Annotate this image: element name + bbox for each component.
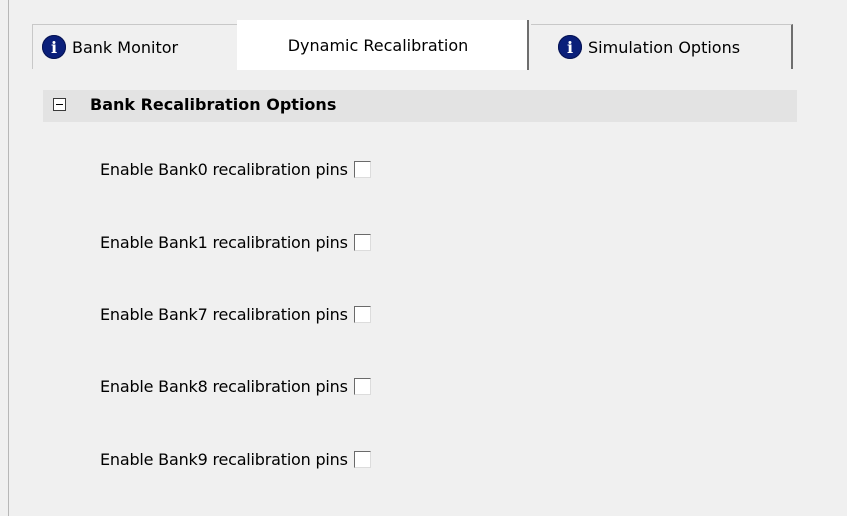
option-label: Enable Bank1 recalibration pins (100, 232, 348, 252)
tab-bank-monitor[interactable]: i Bank Monitor (32, 24, 237, 69)
option-row-bank8: Enable Bank8 recalibration pins (100, 373, 371, 399)
option-row-bank1: Enable Bank1 recalibration pins (100, 229, 371, 255)
option-label: Enable Bank0 recalibration pins (100, 159, 348, 179)
tab-label: Simulation Options (588, 37, 741, 57)
info-icon: i (42, 35, 66, 59)
option-label: Enable Bank7 recalibration pins (100, 304, 348, 324)
bank8-recalibration-checkbox[interactable] (353, 377, 371, 395)
collapse-toggle-icon[interactable] (53, 98, 66, 111)
bank9-recalibration-checkbox[interactable] (353, 450, 371, 468)
bank7-recalibration-checkbox[interactable] (353, 305, 371, 323)
option-label: Enable Bank9 recalibration pins (100, 449, 348, 469)
section-header: Bank Recalibration Options (43, 90, 797, 122)
section-title: Bank Recalibration Options (90, 95, 337, 114)
tab-simulation-options[interactable]: i Simulation Options (531, 24, 793, 69)
tab-label: Bank Monitor (72, 37, 179, 57)
tab-strip: i Bank Monitor Dynamic Recalibration i S… (0, 0, 847, 72)
tab-label: Dynamic Recalibration (287, 35, 469, 55)
info-icon: i (558, 35, 582, 59)
bank1-recalibration-checkbox[interactable] (353, 233, 371, 251)
bank0-recalibration-checkbox[interactable] (353, 160, 371, 178)
option-row-bank0: Enable Bank0 recalibration pins (100, 156, 371, 182)
option-row-bank7: Enable Bank7 recalibration pins (100, 301, 371, 327)
tab-dynamic-recalibration[interactable]: Dynamic Recalibration (237, 20, 529, 70)
option-row-bank9: Enable Bank9 recalibration pins (100, 446, 371, 472)
panel-left-border (8, 0, 9, 516)
option-label: Enable Bank8 recalibration pins (100, 376, 348, 396)
minus-icon (56, 104, 63, 105)
